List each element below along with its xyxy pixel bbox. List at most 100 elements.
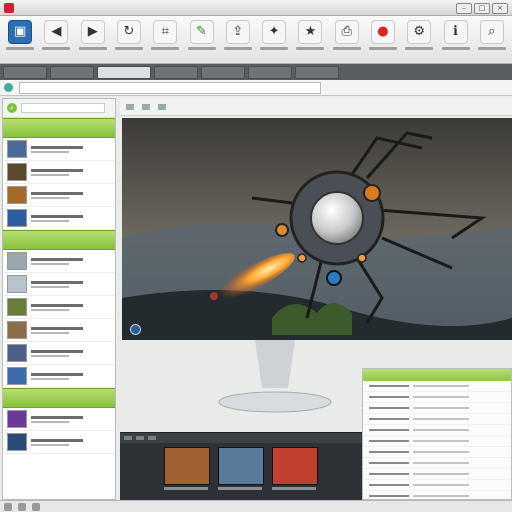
filmstrip-thumb[interactable] — [272, 447, 318, 485]
tool-label — [114, 46, 143, 50]
item-thumbnail — [7, 344, 27, 362]
play-icon[interactable] — [130, 324, 141, 335]
tool-label — [42, 46, 71, 50]
tool-label — [296, 46, 325, 50]
item-thumbnail — [7, 367, 27, 385]
item-thumbnail — [7, 410, 27, 428]
sidebar-group-header[interactable] — [3, 388, 115, 408]
forward-tool[interactable]: ▶ — [77, 19, 109, 60]
sidebar-item[interactable] — [3, 161, 115, 184]
sort-icon[interactable] — [142, 103, 150, 110]
item-thumbnail — [7, 298, 27, 316]
item-text — [31, 415, 83, 423]
prev-icon[interactable] — [124, 436, 132, 440]
search-icon[interactable]: ⌕ — [7, 103, 17, 113]
rotate-tool[interactable]: ↻ — [113, 19, 145, 60]
record-tool[interactable]: ● — [367, 19, 399, 60]
info-row — [363, 469, 511, 480]
heart-icon[interactable] — [18, 502, 26, 511]
print-tool[interactable]: ⎙ — [331, 19, 363, 60]
forward-icon: ▶ — [80, 19, 105, 44]
item-thumbnail — [7, 433, 27, 451]
sidebar-item[interactable] — [3, 319, 115, 342]
title-bar: – □ × — [0, 0, 512, 16]
star-tool[interactable]: ★ — [294, 19, 326, 60]
zoom-icon[interactable] — [158, 103, 166, 110]
sidebar-group-header[interactable] — [3, 230, 115, 250]
main-toolbar: ▣ ◀ ▶ ↻ ⌗ ✎ ⇪ ✦ ★ ⎙ ● ⚙ ℹ ⌕ — [0, 16, 512, 64]
tab-0[interactable] — [3, 65, 47, 79]
tab-3[interactable] — [154, 65, 198, 79]
tab-5[interactable] — [248, 65, 292, 79]
sidebar-item[interactable] — [3, 342, 115, 365]
tool-label — [405, 46, 434, 50]
viewer-header — [120, 98, 512, 116]
maximize-button[interactable]: □ — [474, 3, 490, 14]
print-icon: ⎙ — [334, 19, 359, 44]
view-mode-icon[interactable] — [126, 103, 134, 110]
info-value — [413, 396, 469, 398]
edit-tool[interactable]: ✎ — [185, 19, 217, 60]
info-value — [413, 385, 469, 387]
sidebar-item[interactable] — [3, 365, 115, 388]
info-row — [363, 480, 511, 491]
tag-tool[interactable]: ✦ — [258, 19, 290, 60]
sidebar-item[interactable] — [3, 138, 115, 161]
sidebar-item[interactable] — [3, 296, 115, 319]
share-tool[interactable]: ⇪ — [222, 19, 254, 60]
tab-1[interactable] — [50, 65, 94, 79]
sidebar-group-header[interactable] — [3, 118, 115, 138]
sidebar-search-input[interactable] — [21, 103, 105, 113]
grid-icon[interactable] — [148, 436, 156, 440]
item-thumbnail — [7, 321, 27, 339]
info-row — [363, 491, 511, 499]
settings-tool[interactable]: ⚙ — [403, 19, 435, 60]
minimize-button[interactable]: – — [456, 3, 472, 14]
path-field[interactable] — [19, 81, 321, 94]
item-title — [31, 372, 83, 376]
sidebar-item[interactable] — [3, 408, 115, 431]
info-row — [363, 458, 511, 469]
sidebar-item[interactable] — [3, 184, 115, 207]
filter-bar — [0, 80, 512, 96]
refresh-icon[interactable] — [4, 83, 13, 92]
sidebar-item[interactable] — [3, 250, 115, 273]
magnifier-icon: ⌕ — [479, 19, 504, 44]
info-key — [369, 484, 409, 486]
image-viewer[interactable] — [122, 118, 512, 340]
tab-6[interactable] — [295, 65, 339, 79]
share-icon: ⇪ — [225, 19, 250, 44]
info-key — [369, 418, 409, 420]
filmstrip-thumb[interactable] — [164, 447, 210, 485]
sidebar-item[interactable] — [3, 431, 115, 454]
back-icon: ◀ — [44, 19, 69, 44]
filmstrip-thumb[interactable] — [218, 447, 264, 485]
info-value — [413, 429, 469, 431]
back-tool[interactable]: ◀ — [40, 19, 72, 60]
folder-icon[interactable] — [4, 502, 12, 511]
info-tool[interactable]: ℹ — [439, 19, 471, 60]
item-title — [31, 257, 83, 261]
open-tool[interactable]: ▣ — [4, 19, 36, 60]
info-panel — [362, 368, 512, 500]
window-controls: – □ × — [456, 3, 508, 14]
tool-label — [477, 46, 506, 50]
tab-2[interactable] — [97, 65, 151, 79]
next-icon[interactable] — [136, 436, 144, 440]
info-value — [413, 484, 469, 486]
share-icon[interactable] — [32, 502, 40, 511]
monitor-stand — [218, 340, 332, 413]
item-meta — [31, 150, 69, 153]
sidebar-item[interactable] — [3, 273, 115, 296]
folder-icon: ▣ — [8, 19, 33, 44]
close-button[interactable]: × — [492, 3, 508, 14]
info-key — [369, 451, 409, 453]
sidebar-item[interactable] — [3, 207, 115, 230]
crop-tool[interactable]: ⌗ — [149, 19, 181, 60]
zoom-tool[interactable]: ⌕ — [476, 19, 508, 60]
tab-4[interactable] — [201, 65, 245, 79]
item-meta — [31, 331, 69, 334]
item-meta — [31, 262, 69, 265]
tool-label — [368, 46, 397, 50]
tool-label — [260, 46, 289, 50]
